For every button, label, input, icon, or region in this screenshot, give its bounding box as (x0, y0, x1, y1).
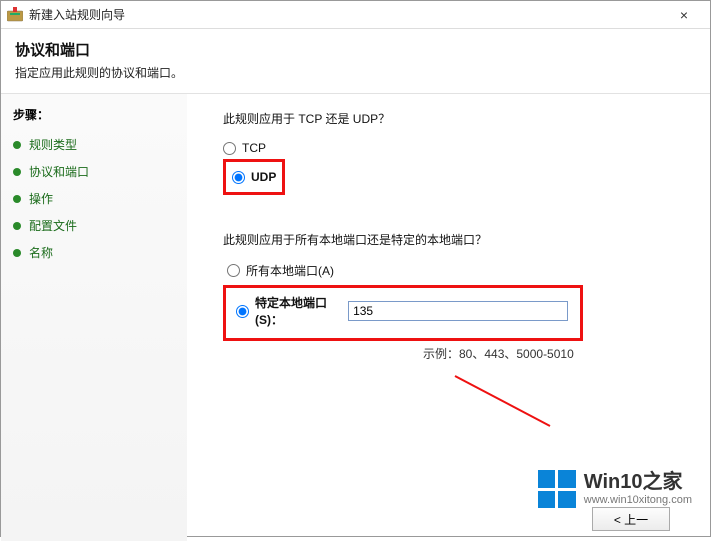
port-question: 此规则应用于所有本地端口还是特定的本地端口？ (223, 231, 680, 248)
radio-all-ports-row: 所有本地端口(A) (227, 262, 680, 279)
radio-specific-port-label: 特定本地端口(S)： (255, 294, 332, 328)
bullet-icon (13, 195, 21, 203)
bullet-icon (13, 141, 21, 149)
radio-udp[interactable] (232, 171, 245, 184)
steps-sidebar: 步骤： 规则类型 协议和端口 操作 配置文件 名称 (1, 94, 187, 541)
watermark-brand: Win10之家 (584, 470, 692, 494)
port-input[interactable] (348, 301, 568, 321)
radio-specific-port[interactable] (236, 305, 249, 318)
sidebar-item-protocol-port[interactable]: 协议和端口 (13, 160, 177, 183)
radio-all-ports[interactable] (227, 264, 240, 277)
back-button[interactable]: < 上一 (592, 507, 670, 531)
port-example-text: 示例：80、443、5000-5010 (423, 345, 680, 362)
highlight-udp: UDP (223, 159, 285, 195)
radio-tcp-label: TCP (242, 141, 266, 155)
radio-specific-port-row: 特定本地端口(S)： (236, 294, 568, 328)
sidebar-item-profile[interactable]: 配置文件 (13, 214, 177, 237)
sidebar-item-label: 配置文件 (29, 217, 77, 234)
watermark-text: Win10之家 www.win10xitong.com (584, 470, 692, 507)
wizard-footer: < 上一 (187, 507, 710, 531)
protocol-question: 此规则应用于 TCP 还是 UDP？ (223, 110, 680, 127)
windows-logo-icon (538, 470, 576, 508)
sidebar-item-name[interactable]: 名称 (13, 241, 177, 264)
watermark-url: www.win10xitong.com (584, 494, 692, 507)
port-section: 此规则应用于所有本地端口还是特定的本地端口？ 所有本地端口(A) 特定本地端口(… (223, 231, 680, 362)
annotation-arrow (440, 371, 560, 431)
radio-specific-wrap: 特定本地端口(S)： (236, 294, 332, 328)
sidebar-item-label: 名称 (29, 244, 53, 261)
page-title: 协议和端口 (15, 39, 696, 60)
radio-all-ports-label: 所有本地端口(A) (246, 262, 334, 279)
bullet-icon (13, 168, 21, 176)
wizard-header: 协议和端口 指定应用此规则的协议和端口。 (1, 29, 710, 94)
radio-tcp[interactable] (223, 142, 236, 155)
close-button[interactable]: × (664, 7, 704, 23)
highlight-specific-port: 特定本地端口(S)： (223, 285, 583, 341)
radio-udp-row: UDP (232, 170, 276, 184)
sidebar-item-label: 操作 (29, 190, 53, 207)
watermark: Win10之家 www.win10xitong.com (538, 470, 692, 508)
sidebar-item-label: 规则类型 (29, 136, 77, 153)
sidebar-item-label: 协议和端口 (29, 163, 89, 180)
window-title: 新建入站规则向导 (29, 6, 664, 23)
app-icon (7, 7, 23, 23)
steps-heading: 步骤： (13, 106, 177, 123)
sidebar-item-rule-type[interactable]: 规则类型 (13, 133, 177, 156)
radio-udp-label: UDP (251, 170, 276, 184)
sidebar-item-action[interactable]: 操作 (13, 187, 177, 210)
titlebar: 新建入站规则向导 × (1, 1, 710, 29)
page-subtitle: 指定应用此规则的协议和端口。 (15, 64, 696, 81)
radio-tcp-row: TCP (223, 141, 680, 155)
bullet-icon (13, 222, 21, 230)
bullet-icon (13, 249, 21, 257)
